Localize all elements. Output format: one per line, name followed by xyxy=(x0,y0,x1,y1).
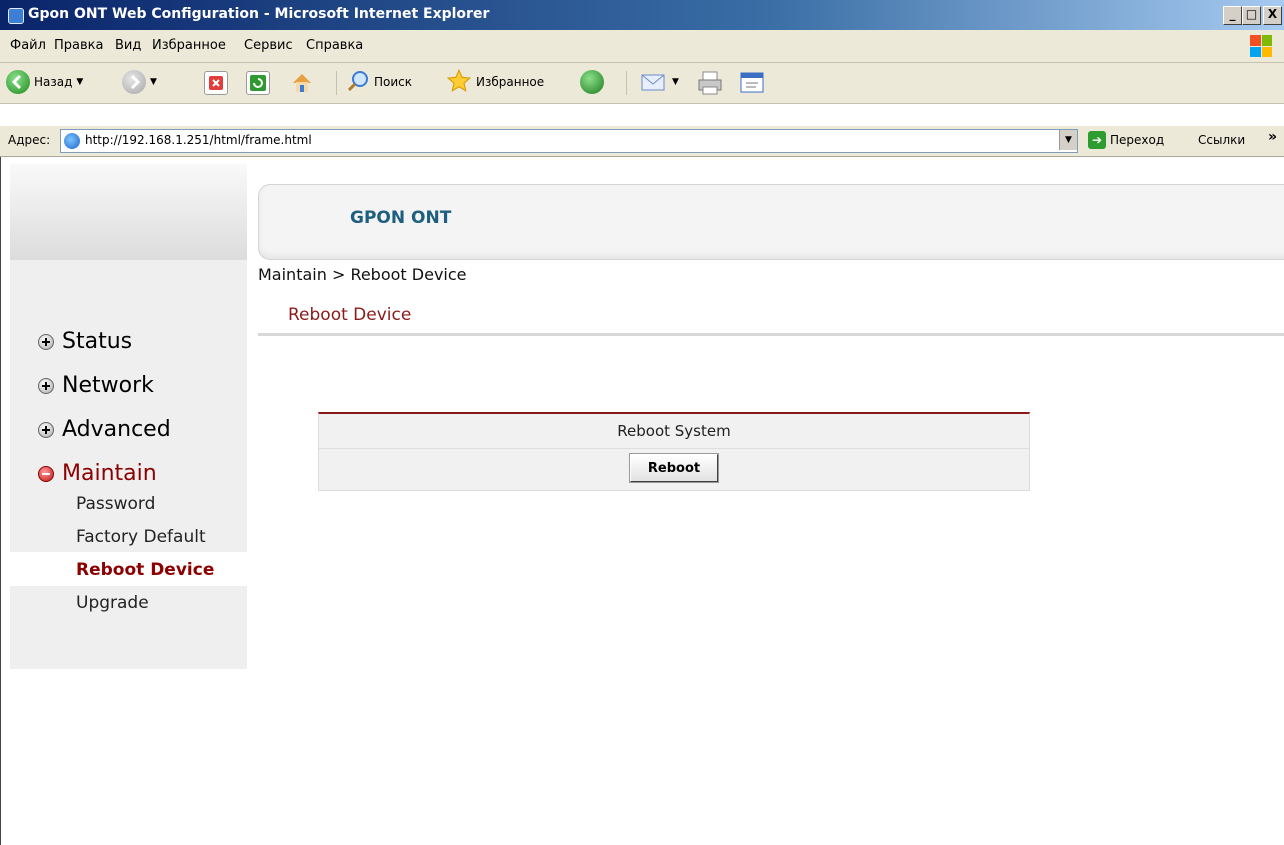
menu-help[interactable]: Справка xyxy=(306,38,363,53)
favorites-button[interactable]: Избранное xyxy=(446,68,545,97)
sidebar-subitem-factory-default[interactable]: Factory Default xyxy=(76,527,206,547)
minimize-button[interactable]: _ xyxy=(1223,6,1242,25)
sidebar-item-advanced[interactable]: Advanced xyxy=(38,417,171,442)
print-icon[interactable] xyxy=(696,70,724,100)
links-button[interactable]: Ссылки xyxy=(1198,133,1245,147)
sidebar-item-label: Maintain xyxy=(62,461,157,486)
sidebar-subitem-password[interactable]: Password xyxy=(76,494,155,514)
search-label: Поиск xyxy=(374,75,413,89)
browser-toolbar: Назад ▼ ▼ Поиск Избранное ▼ xyxy=(0,63,1284,104)
go-label: Переход xyxy=(1110,133,1165,147)
maximize-button[interactable]: □ xyxy=(1242,6,1261,25)
ie-app-icon xyxy=(8,8,24,24)
menu-view[interactable]: Вид xyxy=(115,38,141,53)
sidebar-item-maintain[interactable]: Maintain xyxy=(38,461,157,486)
breadcrumb: Maintain > Reboot Device xyxy=(258,265,467,284)
search-icon xyxy=(346,69,370,96)
address-input[interactable]: http://192.168.1.251/html/frame.html ▼ xyxy=(60,129,1078,153)
home-icon[interactable] xyxy=(290,71,312,93)
go-button[interactable]: ➔ Переход xyxy=(1088,131,1164,149)
windows-logo-icon xyxy=(1250,35,1272,57)
toolbar-separator xyxy=(626,71,627,95)
back-arrow-icon xyxy=(6,70,30,94)
address-label: Адрес: xyxy=(8,133,51,147)
favorites-label: Избранное xyxy=(476,75,545,89)
chevron-down-icon: ▼ xyxy=(672,77,679,87)
page-left-border xyxy=(0,157,1,845)
chevron-down-icon: ▼ xyxy=(150,77,157,87)
sidebar-header xyxy=(10,164,247,260)
brand-title: GPON ONT xyxy=(350,208,452,228)
plus-icon xyxy=(38,333,54,350)
history-icon[interactable] xyxy=(580,70,604,94)
window-title: Gpon ONT Web Configuration - Microsoft I… xyxy=(28,6,490,22)
address-bar: Адрес: http://192.168.1.251/html/frame.h… xyxy=(0,126,1284,157)
page-title: Reboot Device xyxy=(288,305,412,325)
edit-page-icon[interactable] xyxy=(738,70,766,100)
sidebar-item-label: Status xyxy=(62,329,133,354)
mail-button[interactable]: ▼ xyxy=(640,69,679,95)
reboot-button[interactable]: Reboot xyxy=(629,453,719,483)
refresh-icon[interactable] xyxy=(246,71,270,95)
search-button[interactable]: Поиск xyxy=(346,69,412,95)
address-dropdown-icon[interactable]: ▼ xyxy=(1059,130,1077,150)
reboot-panel-header: Reboot System xyxy=(319,414,1029,449)
menu-edit[interactable]: Правка xyxy=(54,38,103,53)
title-divider xyxy=(258,333,1284,336)
ie-page-icon xyxy=(64,133,80,149)
back-button[interactable]: Назад ▼ xyxy=(6,69,83,95)
toolbar-separator xyxy=(336,71,337,95)
plus-icon xyxy=(38,377,54,394)
forward-arrow-icon xyxy=(122,70,146,94)
go-arrow-icon: ➔ xyxy=(1088,131,1106,149)
sidebar-subitem-reboot-device[interactable]: Reboot Device xyxy=(76,560,214,580)
window-titlebar: Gpon ONT Web Configuration - Microsoft I… xyxy=(0,0,1284,30)
mail-icon xyxy=(640,69,668,96)
minus-icon xyxy=(38,465,54,482)
plus-icon xyxy=(38,421,54,438)
menu-tools[interactable]: Сервис xyxy=(244,38,293,53)
sidebar-item-label: Advanced xyxy=(62,417,171,442)
sidebar-subitem-upgrade[interactable]: Upgrade xyxy=(76,593,149,613)
address-url: http://192.168.1.251/html/frame.html xyxy=(85,133,312,147)
menu-bar: Файл Правка Вид Избранное Сервис Справка xyxy=(0,30,1284,63)
sidebar: Status Network Advanced Maintain Passwor… xyxy=(10,164,247,669)
sidebar-item-status[interactable]: Status xyxy=(38,329,132,354)
sidebar-item-label: Network xyxy=(62,373,154,398)
reboot-panel: Reboot System Reboot xyxy=(318,412,1030,491)
star-icon xyxy=(446,68,472,97)
menu-file[interactable]: Файл xyxy=(10,38,46,53)
menu-favorites[interactable]: Избранное xyxy=(152,38,226,53)
sidebar-item-network[interactable]: Network xyxy=(38,373,154,398)
forward-button[interactable]: ▼ xyxy=(122,69,157,95)
chevron-down-icon: ▼ xyxy=(76,77,84,87)
stop-icon[interactable] xyxy=(204,71,228,95)
back-label: Назад xyxy=(34,75,73,89)
close-button[interactable]: X xyxy=(1263,6,1282,25)
more-links-icon[interactable]: » xyxy=(1268,129,1277,145)
